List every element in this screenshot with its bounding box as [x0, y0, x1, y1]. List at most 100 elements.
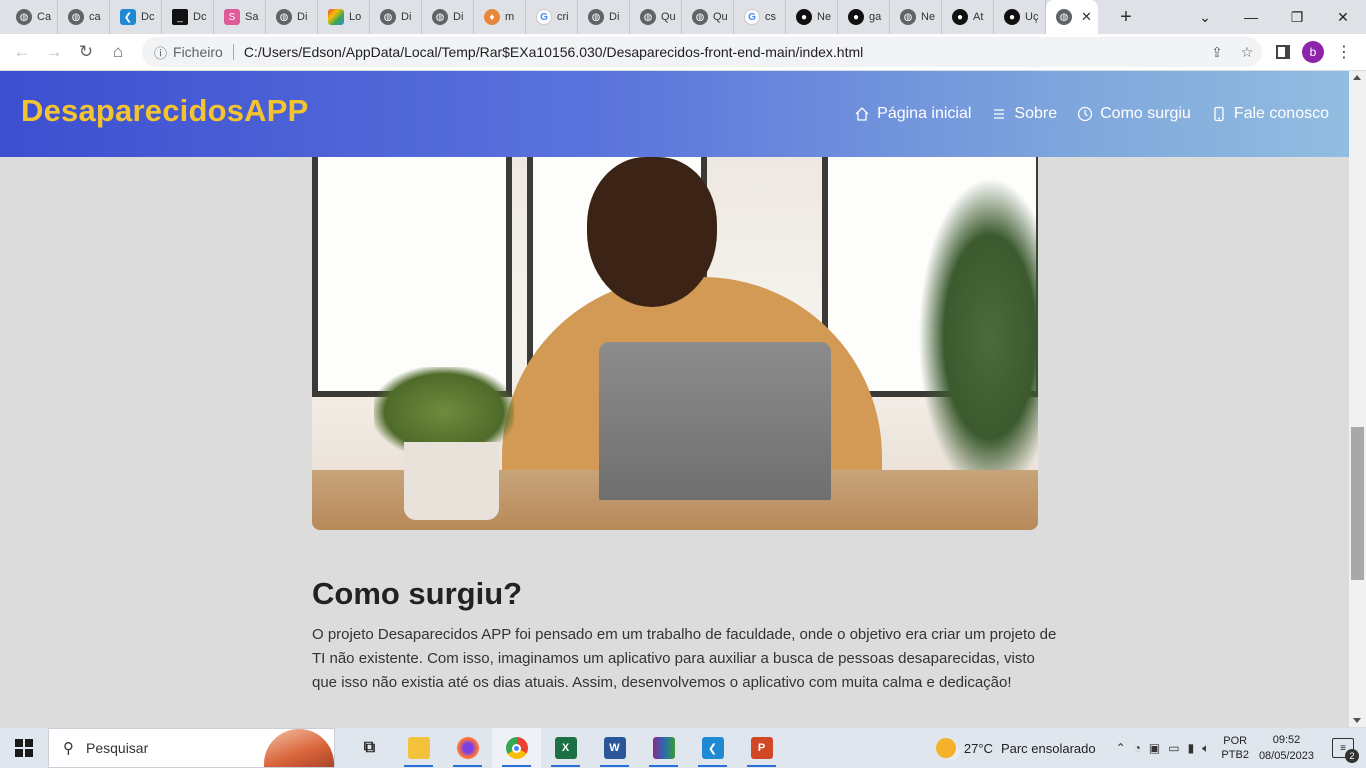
- page-scrollbar[interactable]: [1349, 71, 1366, 727]
- volume-icon[interactable]: 🔈︎: [1202, 741, 1209, 756]
- browser-tab[interactable]: ◍ Qu: [682, 0, 734, 34]
- new-tab-button[interactable]: +: [1108, 6, 1144, 29]
- nav-home-link[interactable]: Página inicial: [854, 105, 971, 123]
- wifi-icon[interactable]: ◔: [1134, 741, 1141, 755]
- taskbar-word[interactable]: W: [590, 728, 639, 768]
- url-text[interactable]: C:/Users/Edson/AppData/Local/Temp/Rar$EX…: [244, 44, 863, 60]
- clock-date: 08/05/2023: [1258, 750, 1314, 762]
- browser-tab[interactable]: Lo: [318, 0, 370, 34]
- browser-tab[interactable]: ◍ Ne: [890, 0, 942, 34]
- scroll-down-icon[interactable]: [1353, 718, 1361, 723]
- tab-label: Di: [609, 11, 620, 23]
- browser-tab[interactable]: ♦ m: [474, 0, 526, 34]
- language-indicator[interactable]: POR PTB2: [1221, 734, 1249, 762]
- back-icon[interactable]: ←: [6, 36, 38, 68]
- nav-label: Fale conosco: [1233, 105, 1329, 122]
- browser-tab[interactable]: ● At: [942, 0, 994, 34]
- tab-label: At: [973, 11, 984, 23]
- browser-tab[interactable]: ◍ Di: [422, 0, 474, 34]
- browser-tab[interactable]: ● ga: [838, 0, 890, 34]
- browser-tab-active[interactable]: ◍ ✕: [1046, 0, 1098, 34]
- browser-tab[interactable]: ◍ Di: [578, 0, 630, 34]
- browser-tab[interactable]: ◍ Di: [370, 0, 422, 34]
- browser-tab[interactable]: Gcs: [734, 0, 786, 34]
- phone-icon: [1214, 106, 1224, 122]
- tab-search-icon[interactable]: ⌄: [1182, 0, 1228, 34]
- vscode-icon: ❮: [120, 9, 136, 25]
- side-panel-icon[interactable]: [1276, 45, 1290, 59]
- toolbar-right: b ⋮: [1276, 41, 1352, 63]
- browser-tab[interactable]: Gcri: [526, 0, 578, 34]
- tab-label: Ne: [817, 11, 832, 23]
- share-icon[interactable]: ⇪: [1202, 44, 1232, 61]
- globe-icon: ◍: [16, 9, 32, 25]
- browser-tab[interactable]: ◍ Ca: [6, 0, 58, 34]
- taskbar-search[interactable]: ⚲ Pesquisar: [48, 728, 335, 768]
- nav-label: Sobre: [1014, 105, 1058, 122]
- weather-widget[interactable]: 27°C Parc ensolarado: [935, 738, 1096, 758]
- bookmark-star-icon[interactable]: ☆: [1232, 44, 1262, 61]
- taskbar-powerpoint[interactable]: P: [737, 728, 786, 768]
- browser-tab[interactable]: ◍ Qu: [630, 0, 682, 34]
- browser-tab[interactable]: ◍ ca: [58, 0, 110, 34]
- taskbar-file-explorer[interactable]: [394, 728, 443, 768]
- browser-tab[interactable]: ● Uç: [994, 0, 1046, 34]
- browser-tab[interactable]: S Sa: [214, 0, 266, 34]
- tab-list: ◍ Ca ◍ ca ❮ Dc _ Dc S Sa ◍ Di Lo ◍ Di ◍ Di ♦ m Gc…: [0, 0, 1098, 34]
- terminal-icon: _: [172, 9, 188, 25]
- address-bar[interactable]: ⓘ Ficheiro C:/Users/Edson/AppData/Local/…: [142, 37, 1262, 67]
- taskbar-winrar[interactable]: [639, 728, 688, 768]
- close-tab-icon[interactable]: ✕: [1081, 9, 1092, 25]
- globe-icon: ◍: [1056, 9, 1072, 25]
- meet-now-icon[interactable]: ▣: [1149, 741, 1160, 755]
- section-paragraph: O projeto Desaparecidos APP foi pensado …: [312, 626, 1057, 691]
- start-button[interactable]: [0, 728, 48, 768]
- menu-icon[interactable]: ⋮: [1336, 42, 1352, 62]
- globe-icon: ◍: [432, 9, 448, 25]
- photo-pot: [404, 442, 499, 520]
- site-nav: Página inicial Sobre Como surgiu Fale co…: [854, 105, 1329, 123]
- taskbar-clock[interactable]: 09:52 08/05/2023: [1259, 732, 1314, 764]
- close-window-icon[interactable]: ✕: [1320, 0, 1366, 34]
- windows-logo-icon: [15, 739, 33, 757]
- display-icon[interactable]: ▭: [1168, 741, 1179, 755]
- browser-tab[interactable]: ❮ Dc: [110, 0, 162, 34]
- photo-person-head: [587, 157, 717, 307]
- taskbar-excel[interactable]: X: [541, 728, 590, 768]
- home-button-icon[interactable]: ⌂: [102, 36, 134, 68]
- minimize-icon[interactable]: —: [1228, 0, 1274, 34]
- taskbar-apps: ⧉ X W ❮ P: [345, 728, 786, 768]
- task-view-icon: ⧉: [363, 739, 376, 756]
- nav-origin-link[interactable]: Como surgiu: [1077, 105, 1191, 123]
- browser-tab[interactable]: ● Ne: [786, 0, 838, 34]
- restore-icon[interactable]: ❐: [1274, 0, 1320, 34]
- home-icon: [855, 107, 869, 121]
- nav-about-link[interactable]: Sobre: [991, 105, 1057, 123]
- forward-icon[interactable]: →: [38, 36, 70, 68]
- taskbar-firefox[interactable]: [443, 728, 492, 768]
- browser-tab[interactable]: _ Dc: [162, 0, 214, 34]
- globe-icon: ◍: [276, 9, 292, 25]
- battery-icon[interactable]: ▮: [1188, 741, 1195, 755]
- info-icon[interactable]: ⓘ: [154, 43, 167, 62]
- tab-label: Di: [401, 11, 412, 23]
- taskbar-chrome[interactable]: [492, 728, 541, 768]
- scroll-up-icon[interactable]: [1353, 75, 1361, 80]
- system-tray: 27°C Parc ensolarado ⌃ ◔ ▣ ▭ ▮ 🔈︎ POR PT…: [935, 728, 1366, 768]
- clock-time: 09:52: [1272, 734, 1301, 746]
- chevron-up-icon[interactable]: ⌃: [1116, 741, 1126, 755]
- tab-label: Dc: [193, 11, 207, 23]
- reload-icon[interactable]: ↻: [70, 36, 102, 68]
- taskbar-vscode[interactable]: ❮: [688, 728, 737, 768]
- profile-avatar[interactable]: b: [1302, 41, 1324, 63]
- scrollbar-thumb[interactable]: [1351, 427, 1364, 580]
- nav-contact-link[interactable]: Fale conosco: [1211, 105, 1329, 123]
- google-icon: G: [744, 9, 760, 25]
- task-view-button[interactable]: ⧉: [345, 728, 394, 768]
- page-viewport: DesaparecidosAPP Página inicial Sobre Co…: [0, 71, 1349, 727]
- browser-tab[interactable]: ◍ Di: [266, 0, 318, 34]
- brand-logo[interactable]: DesaparecidosAPP: [21, 93, 309, 129]
- tab-label: ga: [869, 11, 882, 23]
- notification-center-icon[interactable]: ≡ 2: [1332, 738, 1359, 763]
- pink-app-icon: S: [224, 9, 240, 25]
